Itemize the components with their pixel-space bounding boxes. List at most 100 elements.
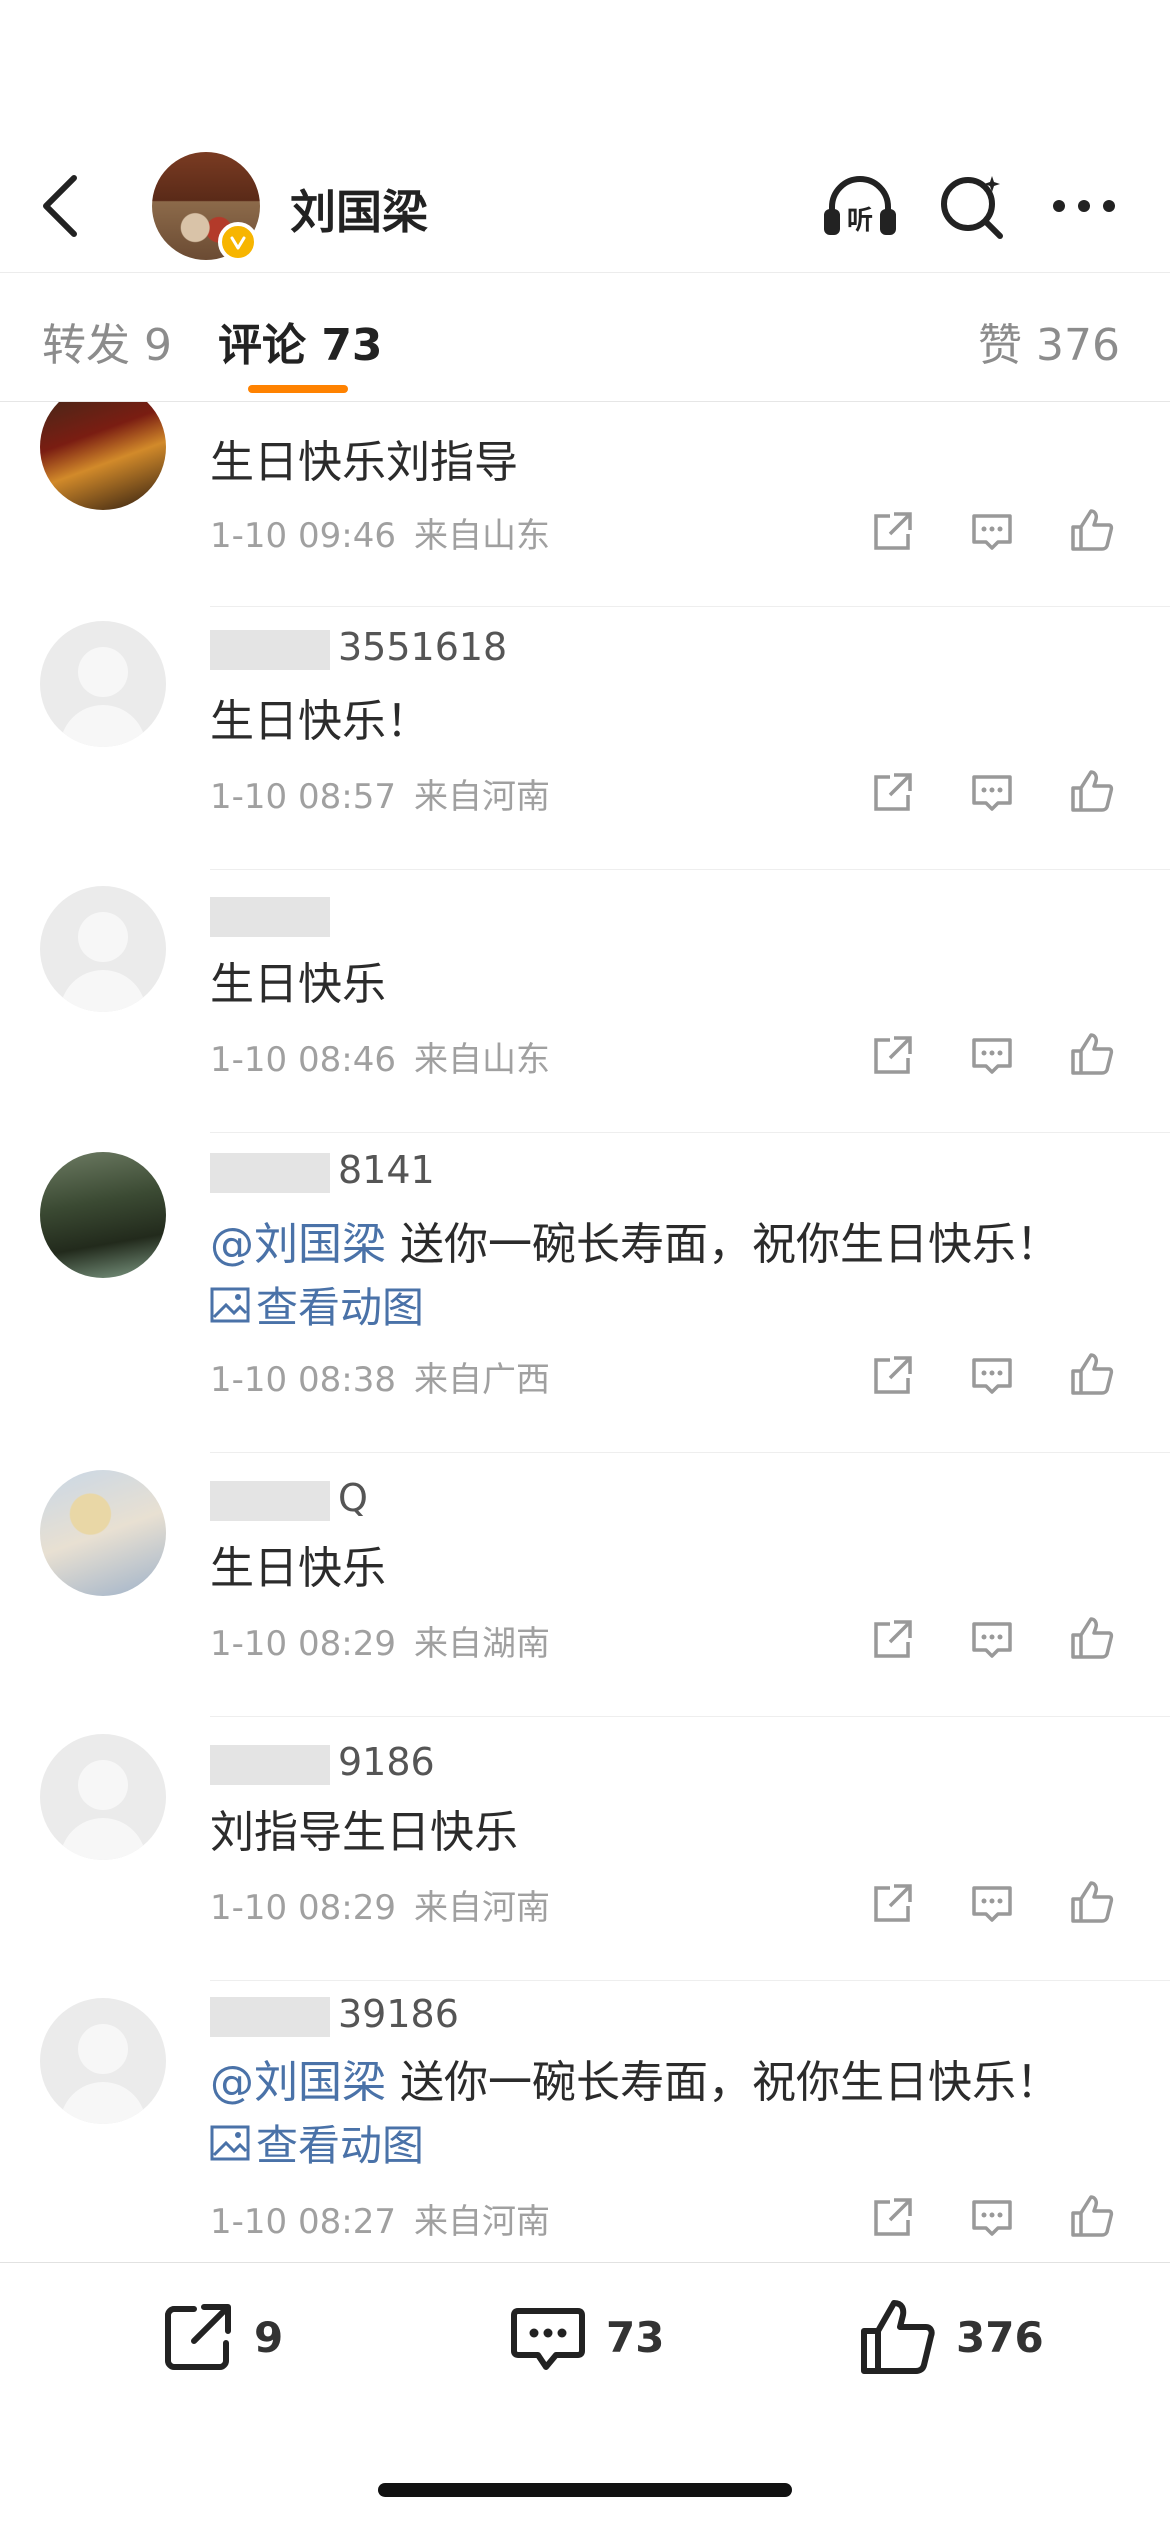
header: 刘国梁 听 — [0, 140, 1170, 272]
comment-meta: 1-10 08:29 来自湖南 — [210, 1616, 568, 1665]
like-button[interactable] — [1066, 2190, 1118, 2242]
home-indicator[interactable] — [378, 2483, 792, 2497]
view-gif-link[interactable]: 查看动图 — [210, 1274, 424, 1335]
reply-button[interactable] — [966, 1030, 1018, 1082]
share-icon — [874, 512, 912, 550]
comment-text: 生日快乐刘指导 — [210, 437, 518, 488]
comment-username[interactable]: Q — [210, 1476, 368, 1521]
reply-button[interactable] — [966, 506, 1018, 558]
share-icon — [874, 1620, 912, 1658]
comment-text: 生日快乐 — [210, 959, 386, 1010]
reply-button[interactable] — [966, 1350, 1018, 1402]
view-gif-label: 查看动图 — [256, 2121, 425, 2170]
thumbs-up-icon — [1071, 1353, 1114, 1395]
like-button[interactable] — [1066, 1348, 1118, 1400]
image-icon — [210, 1287, 250, 1322]
comment-meta: 1-10 08:29 来自河南 — [210, 1880, 568, 1929]
share-icon — [874, 2198, 912, 2236]
comment-body: 送你一碗长寿面，祝你生日快乐！ — [400, 2057, 1060, 2108]
share-button[interactable] — [866, 767, 918, 819]
comment-icon — [511, 2308, 585, 2370]
like-count: 376 — [956, 2312, 1044, 2362]
comment-count: 73 — [606, 2312, 665, 2362]
reply-button[interactable] — [966, 1878, 1018, 1930]
comment-username[interactable] — [210, 892, 338, 937]
comment-time: 1-10 08:27 — [210, 2202, 396, 2242]
thumbs-up-icon — [1071, 1617, 1114, 1659]
comment-icon — [972, 1038, 1012, 1074]
tab-comments[interactable]: 评论 73 — [218, 309, 383, 373]
reply-button[interactable] — [966, 767, 1018, 819]
svg-text:听: 听 — [847, 206, 873, 236]
like-button[interactable] — [1066, 765, 1118, 817]
active-tab-indicator — [248, 385, 348, 393]
comment-location: 来自山东 — [413, 1040, 550, 1080]
mention-link[interactable]: @刘国梁 — [210, 1219, 386, 1270]
listen-button[interactable]: 听 — [820, 166, 900, 246]
like-button[interactable] — [1066, 504, 1118, 556]
listen-icon: 听 — [824, 176, 896, 236]
masked-name — [210, 629, 330, 670]
repost-icon — [165, 2304, 231, 2370]
avatar[interactable] — [40, 886, 166, 1012]
thumbs-up-icon — [1071, 2195, 1114, 2237]
comment-time: 1-10 08:38 — [210, 1360, 396, 1400]
view-gif-label: 查看动图 — [256, 1283, 425, 1332]
comment-username[interactable]: 9186 — [210, 1740, 435, 1785]
like-button[interactable] — [1066, 1612, 1118, 1664]
comment-divider — [210, 1452, 1170, 1453]
verified-badge-icon — [218, 222, 258, 262]
comment-username[interactable]: 8141 — [210, 1148, 435, 1193]
like-action[interactable]: 376 — [858, 2297, 1044, 2377]
share-icon — [874, 1356, 912, 1394]
more-button[interactable] — [1044, 166, 1124, 246]
comment-action[interactable]: 73 — [508, 2297, 664, 2377]
thumbs-up-icon — [861, 2300, 935, 2374]
share-button[interactable] — [866, 1614, 918, 1666]
mention-link[interactable]: @刘国梁 — [210, 2057, 386, 2108]
comment-username[interactable]: 39186 — [210, 1992, 459, 2037]
comment-divider — [210, 1132, 1170, 1133]
page-title[interactable]: 刘国梁 — [290, 176, 428, 242]
avatar[interactable] — [40, 402, 166, 510]
comment-username[interactable]: 3551618 — [210, 625, 507, 670]
thumbs-up-icon — [1071, 770, 1114, 812]
comment-meta: 1-10 09:46 来自山东 — [210, 508, 568, 557]
comment-location: 来自山东 — [413, 516, 550, 556]
repost-action[interactable]: 9 — [160, 2297, 283, 2377]
share-button[interactable] — [866, 1030, 918, 1082]
back-button[interactable] — [30, 168, 90, 244]
tab-reposts[interactable]: 转发 9 — [42, 309, 172, 373]
avatar[interactable] — [40, 1734, 166, 1860]
share-button[interactable] — [866, 506, 918, 558]
comment-text: @刘国梁 送你一碗长寿面，祝你生日快乐！ — [210, 1208, 1060, 1272]
avatar[interactable] — [40, 1152, 166, 1278]
bottom-action-bar: 9 73 376 — [0, 2262, 1170, 2532]
avatar[interactable] — [40, 621, 166, 747]
avatar[interactable] — [40, 1998, 166, 2124]
comment-meta: 1-10 08:57 来自河南 — [210, 769, 568, 818]
like-button[interactable] — [1066, 1876, 1118, 1928]
share-icon — [874, 1884, 912, 1922]
like-button[interactable] — [1066, 1028, 1118, 1080]
view-gif-link[interactable]: 查看动图 — [210, 2112, 424, 2173]
comment-text: 生日快乐！ — [210, 696, 430, 747]
comment-meta: 1-10 08:46 来自山东 — [210, 1032, 568, 1081]
share-button[interactable] — [866, 1878, 918, 1930]
tab-likes[interactable]: 赞 376 — [978, 309, 1120, 373]
search-button[interactable] — [932, 166, 1012, 246]
thumbs-up-icon — [1071, 1881, 1114, 1923]
tab-bar: 转发 9 评论 73 赞 376 — [0, 272, 1170, 402]
share-button[interactable] — [866, 2192, 918, 2244]
reply-button[interactable] — [966, 1614, 1018, 1666]
comment-list: 生日快乐刘指导 1-10 09:46 来自山东 3551618 生日快乐！ 1-1… — [0, 402, 1170, 2262]
comment-time: 1-10 09:46 — [210, 516, 396, 556]
comment-divider — [210, 869, 1170, 870]
reply-button[interactable] — [966, 2192, 1018, 2244]
comment-time: 1-10 08:29 — [210, 1888, 396, 1928]
comment-meta: 1-10 08:38 来自广西 — [210, 1352, 568, 1401]
avatar[interactable] — [40, 1470, 166, 1596]
share-button[interactable] — [866, 1350, 918, 1402]
comment-icon — [972, 775, 1012, 811]
back-icon — [43, 175, 77, 237]
